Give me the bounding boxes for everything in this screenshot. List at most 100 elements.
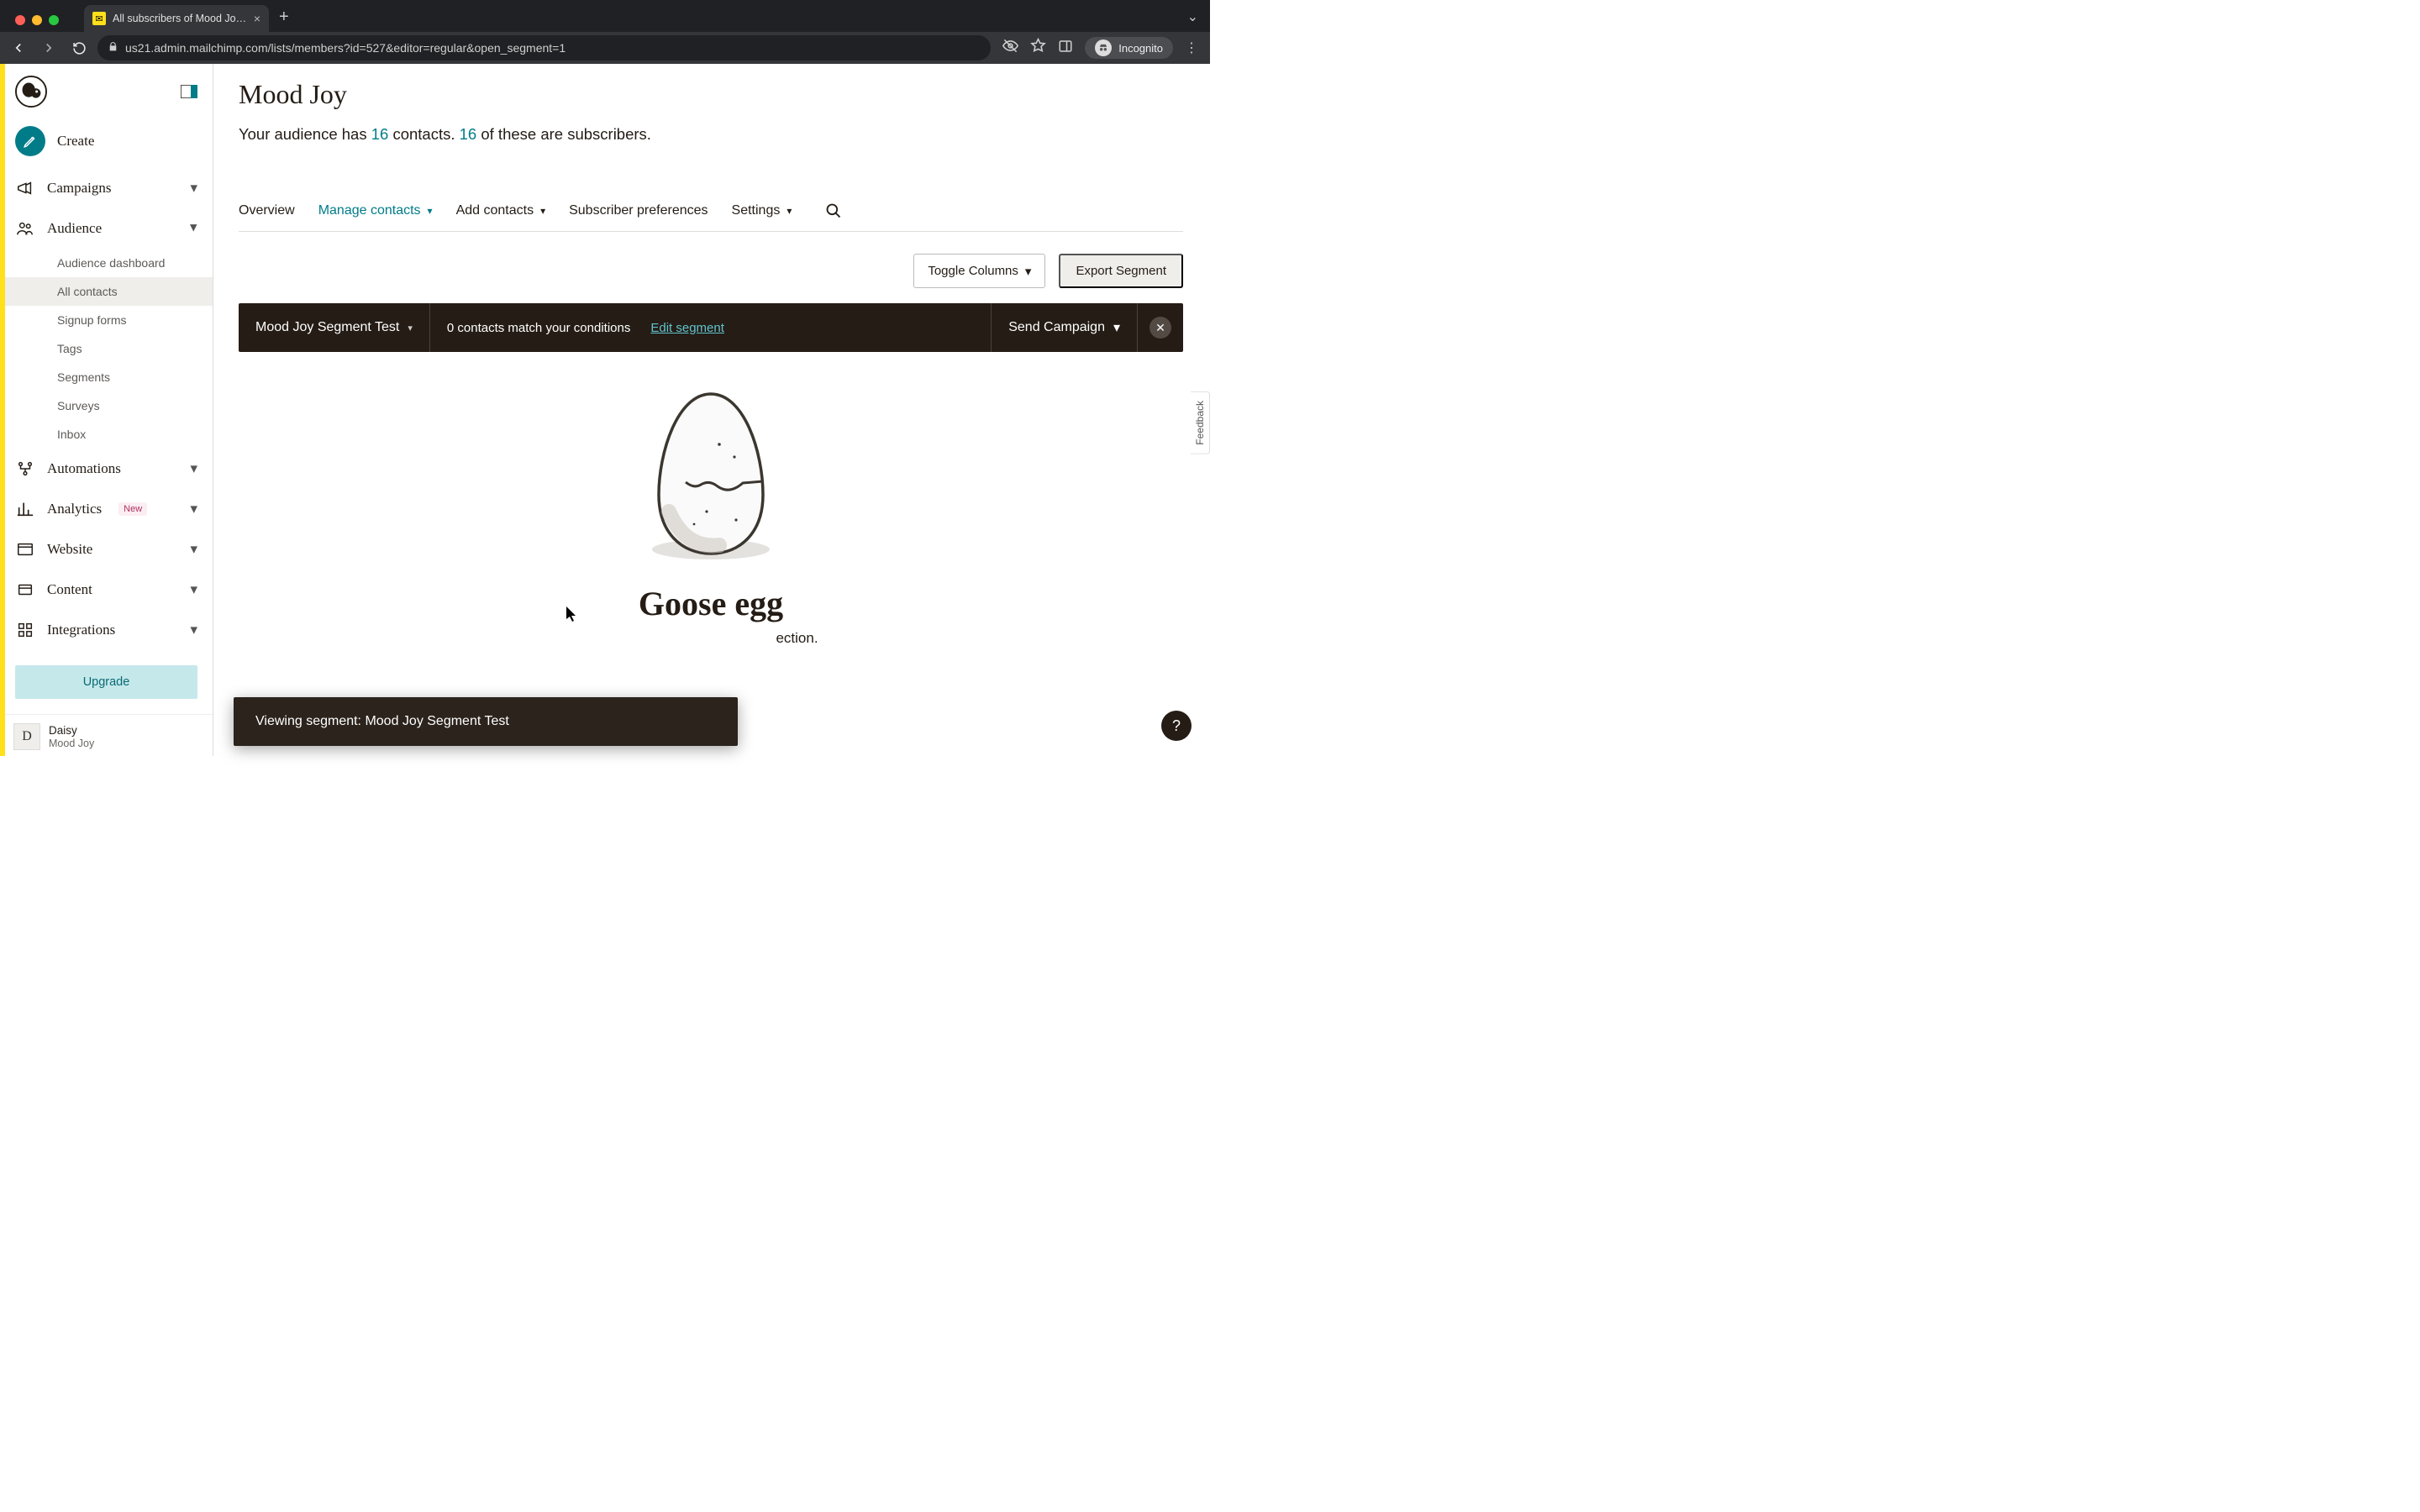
reload-button[interactable]: [67, 36, 91, 60]
sidebar-item-integrations[interactable]: Integrations: [0, 610, 213, 650]
chevron-down-icon: [428, 205, 433, 217]
sidebar-subitem-tags[interactable]: Tags: [0, 334, 213, 363]
edit-segment-link[interactable]: Edit segment: [650, 321, 724, 335]
nav-label: Integrations: [47, 622, 115, 638]
close-window-icon[interactable]: [15, 15, 25, 25]
sub-toolbar: Toggle Columns Export Segment: [239, 232, 1183, 303]
segment-match-message: 0 contacts match your conditions Edit se…: [430, 303, 741, 352]
window-icon: [15, 539, 35, 559]
sidebar-subitem-segments[interactable]: Segments: [0, 363, 213, 391]
chevron-down-icon: [1025, 264, 1032, 279]
tab-add-contacts[interactable]: Add contacts: [456, 193, 546, 230]
feedback-tab[interactable]: Feedback: [1191, 391, 1210, 454]
avatar: D: [13, 723, 40, 750]
browser-right-icons: Incognito ⋮: [997, 37, 1203, 59]
sidebar-item-content[interactable]: Content: [0, 570, 213, 610]
create-label: Create: [57, 133, 94, 150]
sidebar-item-automations[interactable]: Automations: [0, 449, 213, 489]
segment-picker[interactable]: Mood Joy Segment Test: [239, 303, 430, 352]
mailchimp-favicon-icon: ✉: [92, 12, 106, 25]
empty-state-title: Goose egg: [239, 584, 1183, 623]
close-tab-icon[interactable]: ×: [254, 12, 260, 25]
tab-manage-contacts[interactable]: Manage contacts: [318, 193, 433, 230]
sidebar-subitem-surveys[interactable]: Surveys: [0, 391, 213, 420]
maximize-window-icon[interactable]: [49, 15, 59, 25]
back-button[interactable]: [7, 36, 30, 60]
address-bar[interactable]: us21.admin.mailchimp.com/lists/members?i…: [97, 35, 991, 60]
chevron-down-icon: [190, 581, 197, 598]
collapse-sidebar-icon[interactable]: [181, 85, 197, 98]
goose-egg-illustration: [239, 386, 1183, 562]
chevron-down-icon: [1113, 319, 1120, 336]
eye-off-icon[interactable]: [1002, 38, 1018, 58]
create-button[interactable]: Create: [0, 114, 213, 168]
user-name: Daisy: [49, 724, 94, 738]
sidebar-item-website[interactable]: Website: [0, 529, 213, 570]
main-content: Mood Joy Your audience has 16 contacts. …: [213, 64, 1210, 756]
toggle-columns-button[interactable]: Toggle Columns: [913, 254, 1045, 288]
minimize-window-icon[interactable]: [32, 15, 42, 25]
address-row: us21.admin.mailchimp.com/lists/members?i…: [0, 32, 1210, 64]
nav-list: Campaigns Audience Audience dashboard Al…: [0, 168, 213, 650]
send-campaign-button[interactable]: Send Campaign: [991, 303, 1138, 352]
tab-overview[interactable]: Overview: [239, 193, 295, 230]
sidebar-item-audience[interactable]: Audience: [0, 208, 213, 249]
sidebar-subitem-inbox[interactable]: Inbox: [0, 420, 213, 449]
incognito-indicator[interactable]: Incognito: [1085, 37, 1173, 59]
export-segment-button[interactable]: Export Segment: [1059, 254, 1183, 288]
user-menu[interactable]: D Daisy Mood Joy: [0, 714, 213, 759]
chevron-down-icon: [190, 460, 197, 477]
browser-chrome: ✉ All subscribers of Mood Joy | M × + ⌄ …: [0, 0, 1210, 64]
toast-notification: Viewing segment: Mood Joy Segment Test: [234, 697, 738, 746]
chevron-down-icon: [786, 205, 792, 217]
sidebar-item-analytics[interactable]: Analytics New: [0, 489, 213, 529]
nav-label: Website: [47, 541, 92, 558]
nav-label: Automations: [47, 460, 121, 477]
chevron-up-icon: [190, 220, 197, 237]
tab-settings[interactable]: Settings: [732, 193, 792, 230]
sidebar-subitem-all-contacts[interactable]: All contacts: [0, 277, 213, 306]
chevron-down-icon: [190, 541, 197, 558]
kebab-menu-icon[interactable]: ⋮: [1185, 39, 1198, 56]
bookmark-star-icon[interactable]: [1030, 38, 1046, 58]
nav-label: Content: [47, 581, 92, 598]
audience-submenu: Audience dashboard All contacts Signup f…: [0, 249, 213, 449]
chevron-down-icon: [540, 205, 545, 217]
lock-icon: [108, 41, 118, 55]
close-segment-button[interactable]: ✕: [1138, 303, 1183, 352]
page-title: Mood Joy: [239, 79, 1183, 110]
tab-title: All subscribers of Mood Joy | M: [113, 13, 247, 24]
nav-label: Campaigns: [47, 180, 112, 197]
tabs-row: Overview Manage contacts Add contacts Su…: [239, 192, 1183, 232]
chevron-down-icon: [190, 501, 197, 517]
app-root: Create Campaigns Audience Audience dashb…: [0, 64, 1210, 756]
search-icon: [825, 202, 842, 219]
help-button[interactable]: ?: [1161, 711, 1192, 741]
new-tab-button[interactable]: +: [269, 8, 299, 32]
sidebar-subitem-audience-dashboard[interactable]: Audience dashboard: [0, 249, 213, 277]
contacts-count: 16: [371, 125, 389, 143]
url-text: us21.admin.mailchimp.com/lists/members?i…: [125, 41, 566, 55]
user-org: Mood Joy: [49, 738, 94, 749]
incognito-label: Incognito: [1118, 42, 1163, 55]
chevron-down-icon: [190, 622, 197, 638]
content-icon: [15, 580, 35, 600]
browser-tab[interactable]: ✉ All subscribers of Mood Joy | M ×: [84, 5, 269, 32]
megaphone-icon: [15, 178, 35, 198]
search-button[interactable]: [825, 192, 842, 231]
audience-summary: Your audience has 16 contacts. 16 of the…: [239, 125, 1183, 144]
pencil-icon: [15, 126, 45, 156]
mailchimp-logo-icon[interactable]: [15, 76, 47, 108]
upgrade-button[interactable]: Upgrade: [15, 665, 197, 699]
tabs-overflow-icon[interactable]: ⌄: [1187, 8, 1198, 32]
forward-button[interactable]: [37, 36, 60, 60]
bar-chart-icon: [15, 499, 35, 519]
tab-subscriber-preferences[interactable]: Subscriber preferences: [569, 193, 708, 230]
segment-bar: Mood Joy Segment Test 0 contacts match y…: [239, 303, 1183, 352]
chevron-down-icon: [408, 323, 413, 333]
new-badge: New: [118, 502, 147, 516]
sidebar-item-campaigns[interactable]: Campaigns: [0, 168, 213, 208]
side-panel-icon[interactable]: [1058, 39, 1073, 58]
sidebar-subitem-signup-forms[interactable]: Signup forms: [0, 306, 213, 334]
nav-label: Analytics: [47, 501, 102, 517]
